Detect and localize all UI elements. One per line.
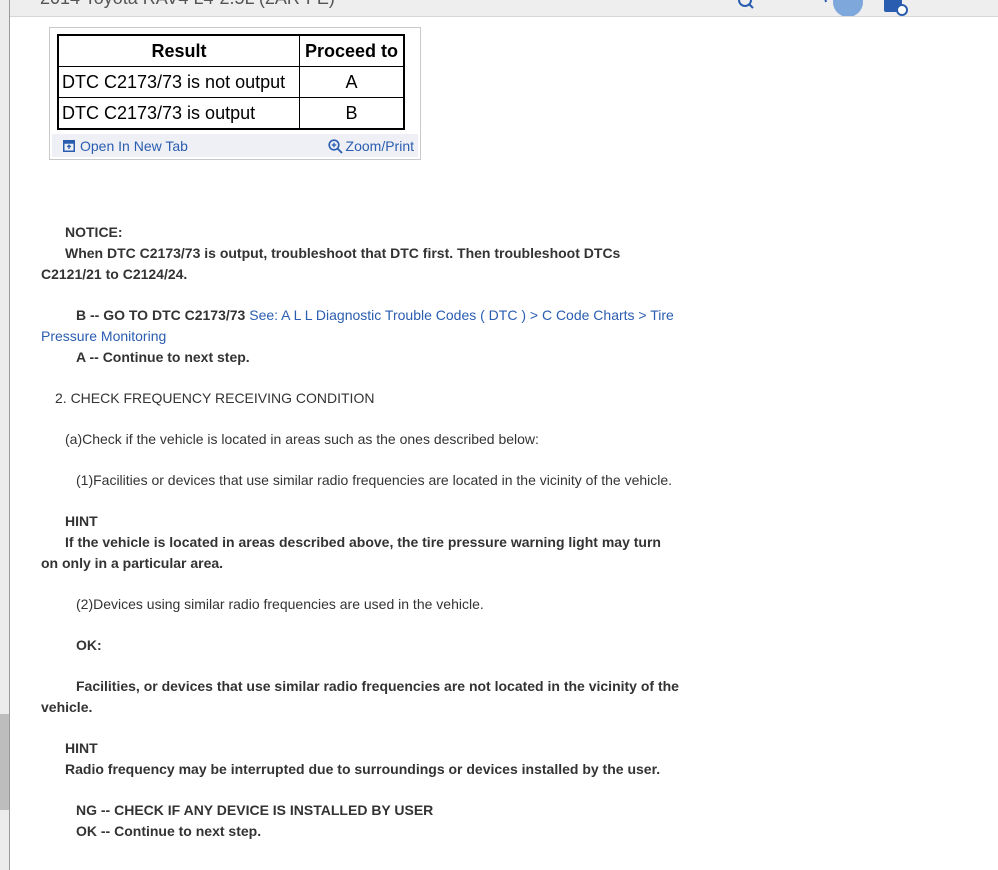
step-a: A -- Continue to next step.: [76, 349, 250, 365]
chevron-icon[interactable]: [820, 0, 828, 16]
notice-text: When DTC C2173/73 is output, troubleshoo…: [41, 245, 621, 282]
hint-1-label: HINT: [65, 513, 98, 529]
zoom-print-label: Zoom/Print: [345, 138, 414, 154]
item-1: (1)Facilities or devices that use simila…: [76, 472, 673, 488]
notice-label: NOTICE:: [65, 224, 123, 240]
search-icon[interactable]: [738, 0, 754, 16]
table-row: DTC C2173/73 is not output A: [57, 66, 405, 98]
table-row: DTC C2173/73 is output B: [57, 97, 405, 130]
scrollbar-thumb[interactable]: [0, 714, 9, 810]
new-tab-icon: [63, 140, 75, 152]
hint-2-label: HINT: [65, 740, 98, 756]
open-new-tab-link[interactable]: Open In New Tab: [63, 138, 188, 154]
header-result: Result: [57, 34, 300, 67]
image-frame: Result Proceed to DTC C2173/73 is not ou…: [49, 27, 421, 160]
result-table: Result Proceed to DTC C2173/73 is not ou…: [57, 34, 405, 130]
header-proceed-to: Proceed to: [299, 34, 405, 67]
cell-proceed: B: [299, 97, 405, 130]
top-header: 2014 Toyota RAV4 L4-2.5L (2AR-FE): [0, 0, 998, 17]
step-ok: OK -- Continue to next step.: [76, 823, 262, 839]
account-icon[interactable]: [884, 0, 908, 16]
open-new-tab-label: Open In New Tab: [80, 138, 188, 154]
table-image: Result Proceed to DTC C2173/73 is not ou…: [52, 30, 418, 134]
cell-proceed: A: [299, 66, 405, 98]
table-header-row: Result Proceed to: [57, 34, 405, 67]
zoom-icon: [327, 138, 343, 154]
ok-label: OK:: [76, 637, 102, 653]
step-b-label: B -- GO TO DTC C2173/73: [76, 307, 246, 323]
step-b: B -- GO TO DTC C2173/73 See: A L L Diagn…: [41, 305, 681, 347]
zoom-print-link[interactable]: Zoom/Print: [327, 138, 414, 154]
document-body: NOTICE: When DTC C2173/73 is output, tro…: [41, 222, 681, 842]
cell-result: DTC C2173/73 is not output: [57, 66, 300, 98]
hint-2-text: Radio frequency may be interrupted due t…: [65, 761, 661, 777]
ok-text: Facilities, or devices that use similar …: [41, 678, 679, 715]
item-2: (2)Devices using similar radio frequenci…: [76, 596, 484, 612]
page-title: 2014 Toyota RAV4 L4-2.5L (2AR-FE): [40, 0, 335, 9]
image-toolbar: Open In New Tab Zoom/Print: [52, 134, 418, 157]
step-ng: NG -- CHECK IF ANY DEVICE IS INSTALLED B…: [76, 802, 434, 818]
hint-1-text: If the vehicle is located in areas descr…: [41, 534, 661, 571]
avatar[interactable]: [832, 0, 864, 16]
step-2-heading: 2. CHECK FREQUENCY RECEIVING CONDITION: [55, 390, 375, 406]
scrollbar-track[interactable]: [0, 0, 10, 870]
cell-result: DTC C2173/73 is output: [57, 97, 300, 130]
check-a: (a)Check if the vehicle is located in ar…: [65, 431, 539, 447]
